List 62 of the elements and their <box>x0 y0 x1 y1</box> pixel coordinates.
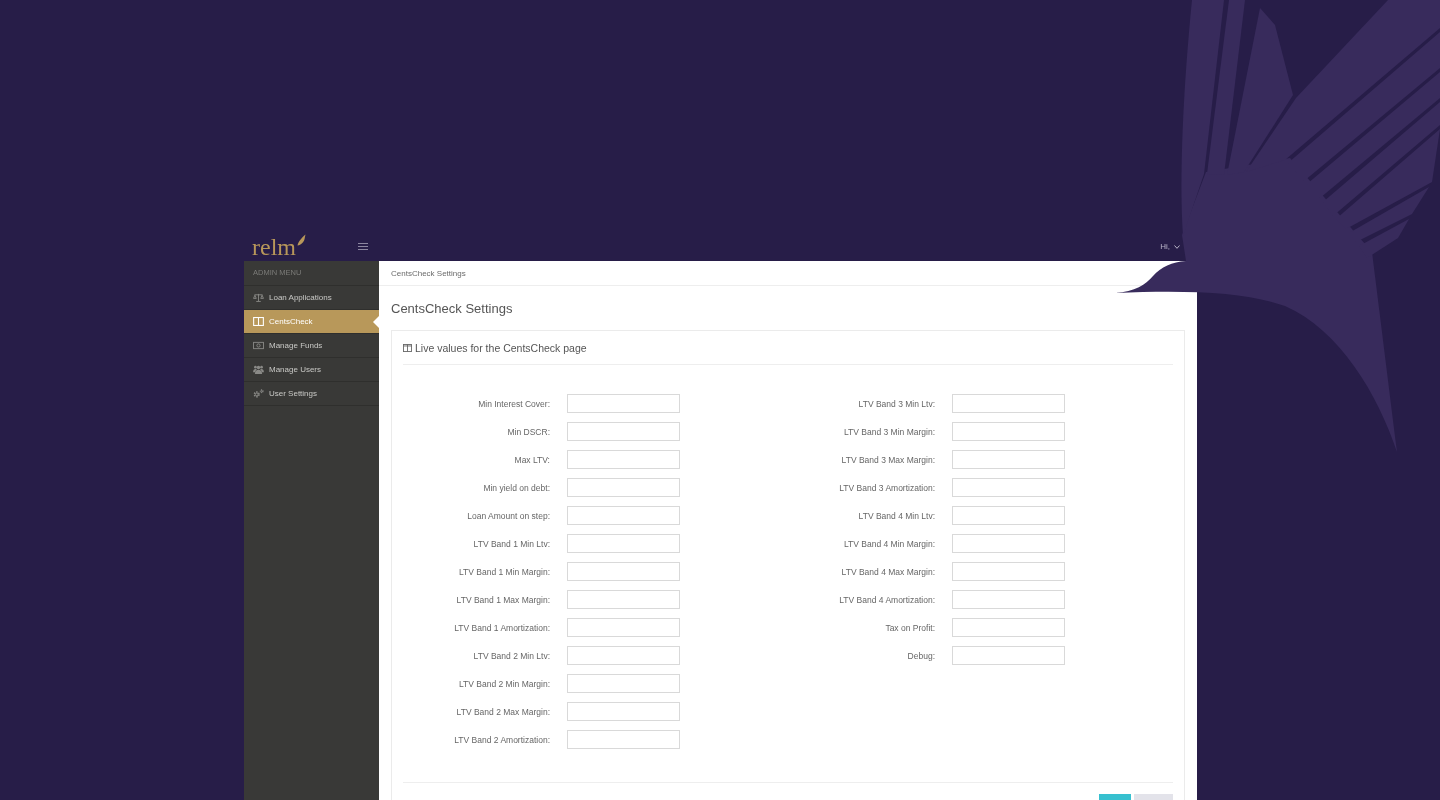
input-field[interactable] <box>952 478 1065 497</box>
input-field[interactable] <box>952 562 1065 581</box>
scale-icon <box>253 293 264 302</box>
field-label: Min yield on debt: <box>483 482 550 493</box>
gears-icon <box>253 389 264 398</box>
users-icon <box>253 365 264 374</box>
field-label: LTV Band 4 Min Ltv: <box>858 510 935 521</box>
field-label: LTV Band 1 Max Margin: <box>456 594 550 605</box>
input-field[interactable] <box>567 506 680 525</box>
columns-icon <box>253 317 264 326</box>
feather-icon <box>297 233 306 246</box>
field-label: LTV Band 2 Min Ltv: <box>473 650 550 661</box>
field-label: Min Interest Cover: <box>478 398 550 409</box>
input-field[interactable] <box>567 450 680 469</box>
field-label: LTV Band 1 Min Ltv: <box>473 538 550 549</box>
banknote-icon <box>253 341 264 350</box>
menu-icon[interactable] <box>358 243 368 250</box>
field-label: Debug: <box>907 650 935 661</box>
input-field[interactable] <box>952 590 1065 609</box>
user-menu[interactable]: Hi, <box>1160 242 1180 251</box>
input-field[interactable] <box>567 702 680 721</box>
field-label: Tax on Profit: <box>885 622 935 633</box>
panel-title: Live values for the CentsCheck page <box>415 341 587 354</box>
input-field[interactable] <box>567 590 680 609</box>
input-field[interactable] <box>952 394 1065 413</box>
chevron-down-icon <box>1174 244 1180 249</box>
field-label: LTV Band 1 Amortization: <box>454 622 550 633</box>
field-label: LTV Band 3 Min Ltv: <box>858 398 935 409</box>
secondary-button[interactable] <box>1134 794 1173 800</box>
input-field[interactable] <box>567 422 680 441</box>
field-label: LTV Band 2 Min Margin: <box>458 678 550 689</box>
input-field[interactable] <box>952 646 1065 665</box>
input-field[interactable] <box>567 646 680 665</box>
input-field[interactable] <box>952 534 1065 553</box>
field-label: LTV Band 4 Amortization: <box>839 594 935 605</box>
field-label: LTV Band 1 Min Margin: <box>458 566 550 577</box>
field-label: LTV Band 3 Amortization: <box>839 482 935 493</box>
input-field[interactable] <box>952 422 1065 441</box>
input-field[interactable] <box>567 730 680 749</box>
columns-icon <box>403 343 412 352</box>
breadcrumb: CentsCheck Settings <box>391 268 466 278</box>
input-field[interactable] <box>567 394 680 413</box>
field-label: LTV Band 3 Min Margin: <box>843 426 935 437</box>
primary-button[interactable] <box>1099 794 1131 800</box>
input-field[interactable] <box>952 450 1065 469</box>
input-field[interactable] <box>567 534 680 553</box>
field-label: LTV Band 2 Amortization: <box>454 734 550 745</box>
field-label: LTV Band 3 Max Margin: <box>841 454 935 465</box>
input-field[interactable] <box>567 478 680 497</box>
field-label: Loan Amount on step: <box>467 510 550 521</box>
input-field[interactable] <box>952 618 1065 637</box>
input-field[interactable] <box>952 506 1065 525</box>
field-label: LTV Band 2 Max Margin: <box>456 706 550 717</box>
field-label: Max LTV: <box>514 454 550 465</box>
field-label: LTV Band 4 Max Margin: <box>841 566 935 577</box>
page-title: CentsCheck Settings <box>391 300 513 316</box>
input-field[interactable] <box>567 618 680 637</box>
field-label: Min DSCR: <box>507 426 550 437</box>
field-label: LTV Band 4 Min Margin: <box>843 538 935 549</box>
logo-wordmark: relm <box>252 235 296 258</box>
input-field[interactable] <box>567 562 680 581</box>
input-field[interactable] <box>567 674 680 693</box>
